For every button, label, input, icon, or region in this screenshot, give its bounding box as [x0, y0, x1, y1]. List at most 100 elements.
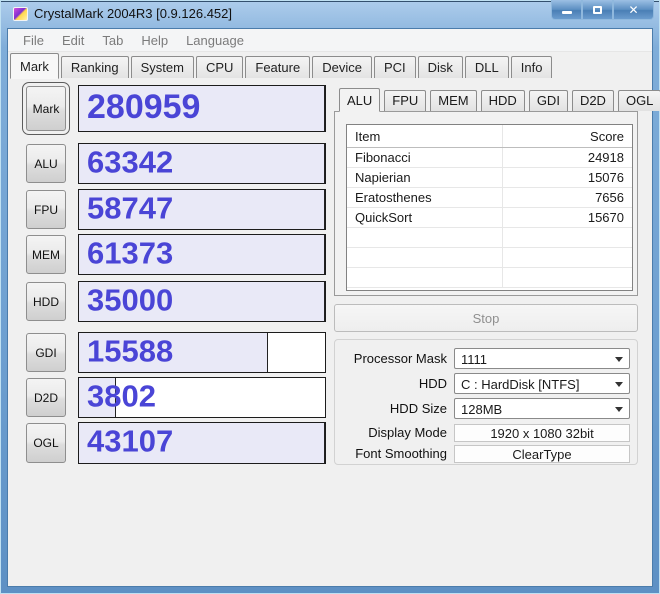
detail-tab-alu[interactable]: ALU	[339, 88, 381, 112]
benchmark-button-hdd[interactable]: HDD	[26, 282, 66, 321]
item-cell: QuickSort	[347, 208, 503, 227]
benchmark-button-gdi[interactable]: GDI	[26, 333, 66, 372]
maximize-button[interactable]	[582, 0, 613, 20]
benchmark-row-d2d: D2D 3802	[8, 377, 338, 418]
benchmark-button-alu[interactable]: ALU	[26, 144, 66, 183]
chevron-down-icon	[615, 407, 623, 412]
benchmark-row-mem: MEM 61373	[8, 234, 338, 275]
score-cell	[503, 268, 632, 287]
score-box-d2d: 3802	[78, 377, 326, 418]
minimize-button[interactable]	[551, 0, 582, 20]
item-cell	[347, 248, 503, 267]
window-title: CrystalMark 2004R3 [0.9.126.452]	[34, 6, 232, 21]
font-smoothing-row: Font Smoothing ClearType	[341, 443, 630, 464]
score-box-mem: 61373	[78, 234, 326, 275]
table-row[interactable]: QuickSort 15670	[347, 208, 632, 228]
tab-ranking[interactable]: Ranking	[60, 56, 129, 78]
detail-tab-gdi[interactable]: GDI	[528, 90, 568, 111]
main-tab-strip: Mark Ranking System CPU Feature Device P…	[8, 52, 652, 79]
processor-mask-value: 1111	[461, 352, 488, 367]
benchmark-row-gdi: GDI 15588	[8, 332, 338, 373]
table-row[interactable]	[347, 228, 632, 248]
benchmark-row-alu: ALU 63342	[8, 143, 338, 184]
table-row[interactable]	[347, 248, 632, 268]
score-cell	[503, 248, 632, 267]
window-controls: ✕	[551, 0, 654, 20]
close-icon: ✕	[628, 2, 639, 17]
stop-button[interactable]: Stop	[334, 304, 638, 332]
menu-edit[interactable]: Edit	[53, 30, 93, 51]
font-smoothing-value: ClearType	[454, 444, 630, 463]
hdd-size-row: HDD Size 128MB	[341, 398, 630, 419]
title-bar[interactable]: CrystalMark 2004R3 [0.9.126.452] ✕	[0, 0, 660, 28]
table-row[interactable]: Fibonacci 24918	[347, 148, 632, 168]
score-value-alu: 63342	[87, 144, 174, 180]
detail-tab-ogl[interactable]: OGL	[617, 90, 660, 111]
benchmark-row-mark: Mark 280959	[8, 82, 338, 135]
tab-info[interactable]: Info	[510, 56, 553, 78]
item-cell: Napierian	[347, 168, 503, 187]
display-mode-row: Display Mode 1920 x 1080 32bit	[341, 422, 630, 443]
score-value-ogl: 43107	[87, 423, 174, 459]
tab-dll[interactable]: DLL	[464, 56, 509, 78]
benchmark-button-fpu[interactable]: FPU	[26, 190, 66, 229]
score-cell: 24918	[587, 150, 624, 165]
processor-mask-row: Processor Mask 1111	[341, 348, 630, 369]
hdd-combobox[interactable]: C : HardDisk [NTFS]	[454, 373, 630, 394]
table-header-row: Item Score	[347, 125, 632, 148]
column-header-score[interactable]: Score	[503, 125, 632, 147]
processor-mask-combobox[interactable]: 1111	[454, 348, 630, 369]
detail-tab-hdd[interactable]: HDD	[480, 90, 525, 111]
score-box-ogl: 43107	[78, 422, 326, 464]
processor-mask-label: Processor Mask	[353, 351, 447, 366]
close-button[interactable]: ✕	[613, 0, 654, 20]
score-value-hdd: 35000	[87, 282, 174, 318]
benchmark-button-ogl[interactable]: OGL	[26, 423, 66, 463]
tab-mark[interactable]: Mark	[10, 53, 59, 79]
hdd-label: HDD	[418, 376, 447, 391]
detail-tab-d2d[interactable]: D2D	[571, 90, 614, 111]
window-body: File Edit Tab Help Language Mark Ranking…	[7, 28, 660, 587]
column-header-item[interactable]: Item	[347, 125, 503, 147]
tab-feature[interactable]: Feature	[245, 56, 311, 78]
app-icon	[13, 7, 28, 21]
benchmark-row-fpu: FPU 58747	[8, 189, 338, 230]
item-cell	[347, 268, 503, 287]
score-box-gdi: 15588	[78, 332, 326, 373]
tab-device[interactable]: Device	[312, 56, 372, 78]
menu-help[interactable]: Help	[132, 30, 177, 51]
table-row[interactable]: Napierian 15076	[347, 168, 632, 188]
benchmark-button-mem[interactable]: MEM	[26, 235, 66, 274]
score-value-d2d: 3802	[87, 378, 156, 414]
item-cell: Fibonacci	[347, 148, 503, 167]
score-box-alu: 63342	[78, 143, 326, 184]
chevron-down-icon	[615, 382, 623, 387]
tab-pci[interactable]: PCI	[373, 56, 416, 78]
score-box-fpu: 58747	[78, 189, 326, 230]
maximize-icon	[593, 5, 602, 14]
app-window: CrystalMark 2004R3 [0.9.126.452] ✕ File …	[0, 0, 660, 594]
benchmark-row-ogl: OGL 43107	[8, 422, 338, 464]
settings-groupbox: Processor Mask 1111 HDD C : HardDisk [NT…	[334, 339, 638, 465]
result-table: Item Score Fibonacci 24918 Napierian 150…	[346, 124, 633, 291]
menu-language[interactable]: Language	[177, 30, 253, 51]
benchmark-button-d2d[interactable]: D2D	[26, 378, 66, 417]
table-row[interactable]	[347, 268, 632, 288]
table-row[interactable]: Eratosthenes 7656	[347, 188, 632, 208]
tab-disk[interactable]: Disk	[417, 56, 463, 78]
detail-tab-mem[interactable]: MEM	[430, 90, 477, 111]
benchmark-button-mark[interactable]: Mark	[22, 82, 70, 135]
hdd-size-combobox[interactable]: 128MB	[454, 398, 630, 419]
menu-tab[interactable]: Tab	[93, 30, 132, 51]
chevron-down-icon	[615, 357, 623, 362]
tab-system[interactable]: System	[130, 56, 194, 78]
display-mode-label: Display Mode	[368, 425, 447, 440]
item-cell	[347, 228, 503, 247]
display-mode-value: 1920 x 1080 32bit	[454, 423, 630, 442]
score-box-mark: 280959	[78, 85, 326, 132]
tab-cpu[interactable]: CPU	[195, 56, 244, 78]
detail-tab-fpu[interactable]: FPU	[384, 90, 427, 111]
detail-tab-strip: ALU FPU MEM HDD GDI D2D OGL	[339, 87, 660, 112]
menu-file[interactable]: File	[14, 30, 53, 51]
hdd-row: HDD C : HardDisk [NTFS]	[341, 373, 630, 394]
